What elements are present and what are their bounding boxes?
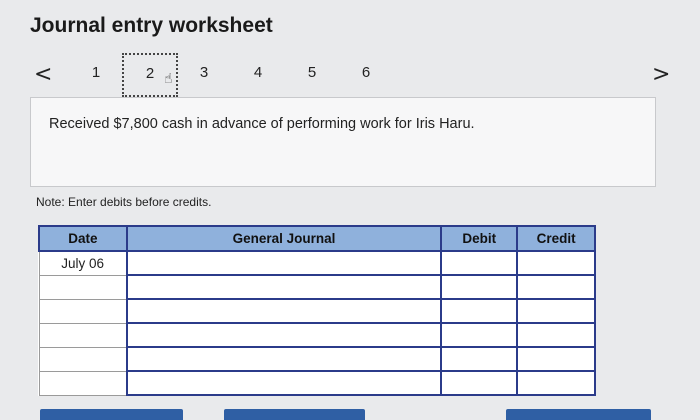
general-journal-header: General Journal [125, 225, 443, 252]
table-row: July 06 [38, 250, 596, 276]
debit-input[interactable] [440, 370, 519, 396]
table-row [38, 346, 596, 372]
question-text: Received $7,800 cash in advance of perfo… [49, 116, 475, 132]
view-general-journal-button[interactable] [506, 409, 651, 420]
table-row [38, 298, 596, 324]
page-title: Journal entry worksheet [30, 14, 273, 37]
page-5[interactable]: 5 [302, 64, 322, 81]
page-4[interactable]: 4 [248, 64, 268, 81]
worksheet-pager: < 1 2 ☝ 3 4 5 6 > [30, 53, 680, 98]
debit-input[interactable] [440, 346, 519, 372]
date-cell [38, 346, 128, 372]
account-input[interactable] [125, 274, 443, 300]
question-box: Received $7,800 cash in advance of perfo… [30, 97, 656, 187]
account-input[interactable] [125, 322, 443, 348]
page-6[interactable]: 6 [356, 64, 376, 81]
previous-arrow-icon[interactable]: < [34, 62, 52, 87]
clear-entry-button[interactable] [224, 409, 365, 420]
date-cell [38, 274, 128, 300]
page-3[interactable]: 3 [194, 64, 214, 81]
credit-input[interactable] [516, 274, 596, 300]
credit-input[interactable] [516, 250, 596, 276]
hand-pointer-icon: ☝ [164, 71, 173, 87]
debit-input[interactable] [440, 274, 519, 300]
credit-input[interactable] [516, 370, 596, 396]
instruction-note: Note: Enter debits before credits. [36, 195, 212, 209]
credit-input[interactable] [516, 346, 596, 372]
account-input[interactable] [125, 370, 443, 396]
table-row [38, 370, 596, 396]
next-arrow-icon[interactable]: > [652, 62, 670, 87]
date-header: Date [38, 225, 128, 252]
debit-input[interactable] [440, 322, 519, 348]
debit-input[interactable] [440, 250, 519, 276]
date-cell [38, 298, 128, 324]
journal-table: Date General Journal Debit Credit July 0… [38, 225, 596, 396]
table-row [38, 322, 596, 348]
page-1[interactable]: 1 [86, 64, 106, 81]
date-cell: July 06 [38, 250, 128, 276]
date-cell [38, 370, 128, 396]
record-entry-button[interactable] [40, 409, 183, 420]
debit-header: Debit [440, 225, 519, 252]
debit-input[interactable] [440, 298, 519, 324]
account-input[interactable] [125, 250, 443, 276]
page-2-current[interactable]: 2 ☝ [122, 53, 178, 97]
credit-input[interactable] [516, 322, 596, 348]
account-input[interactable] [125, 346, 443, 372]
credit-input[interactable] [516, 298, 596, 324]
account-input[interactable] [125, 298, 443, 324]
date-cell [38, 322, 128, 348]
credit-header: Credit [516, 225, 596, 252]
table-row [38, 274, 596, 300]
page-2-label: 2 [145, 65, 155, 82]
